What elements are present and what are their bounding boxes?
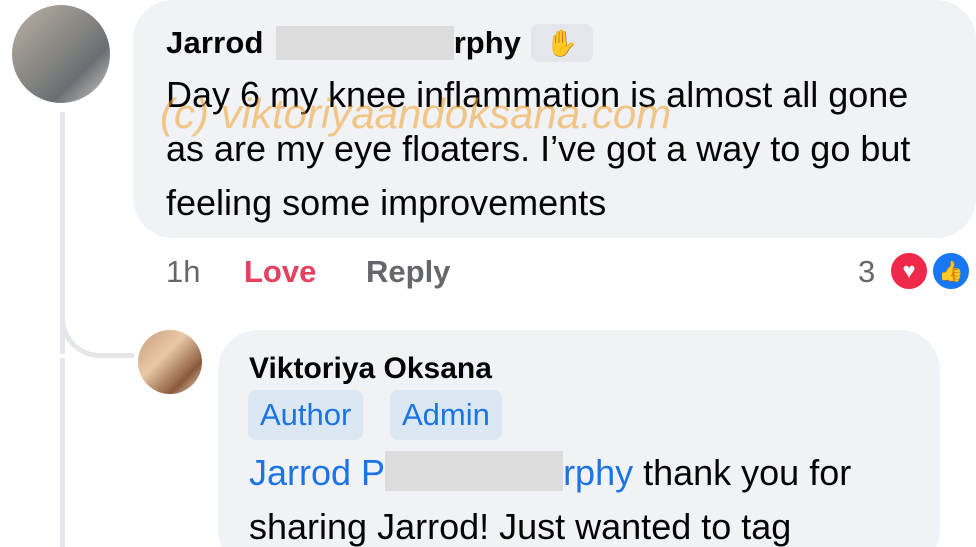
reply-avatar[interactable]: [138, 330, 202, 394]
reaction-count[interactable]: 3: [858, 254, 875, 290]
comment-author-row[interactable]: Jarrod rphy ✋: [166, 22, 593, 64]
comment-thread: Jarrod rphy ✋ Day 6 my knee inflammation…: [0, 0, 976, 547]
admin-badge: Admin: [390, 390, 502, 440]
reply-text: Jarrod Prphy thank you for sharing Jarro…: [249, 446, 929, 547]
reply-button[interactable]: Reply: [366, 254, 450, 290]
author-badge: Author: [248, 390, 364, 440]
comment-timestamp[interactable]: 1h: [166, 254, 200, 290]
comment-author-last-name[interactable]: rphy: [454, 25, 521, 61]
like-reaction-icon[interactable]: 👍: [930, 250, 972, 292]
wave-icon: ✋: [530, 24, 593, 62]
mention-link-end[interactable]: rphy: [563, 452, 633, 493]
heart-reaction-icon[interactable]: ♥: [888, 250, 930, 292]
comment-author-first-name[interactable]: Jarrod: [166, 25, 264, 61]
thread-connector-line-bottom: [60, 358, 65, 547]
avatar[interactable]: [12, 5, 110, 103]
redacted-block: [385, 451, 564, 491]
mention-link-start[interactable]: Jarrod P: [249, 452, 385, 493]
thread-connector-elbow: [60, 300, 134, 358]
redacted-block: [275, 26, 454, 60]
reply-author-name[interactable]: Viktoriya Oksana: [249, 352, 492, 386]
watermark: (c) viktoriyaandoksana.com: [160, 90, 672, 137]
love-button[interactable]: Love: [244, 254, 316, 290]
